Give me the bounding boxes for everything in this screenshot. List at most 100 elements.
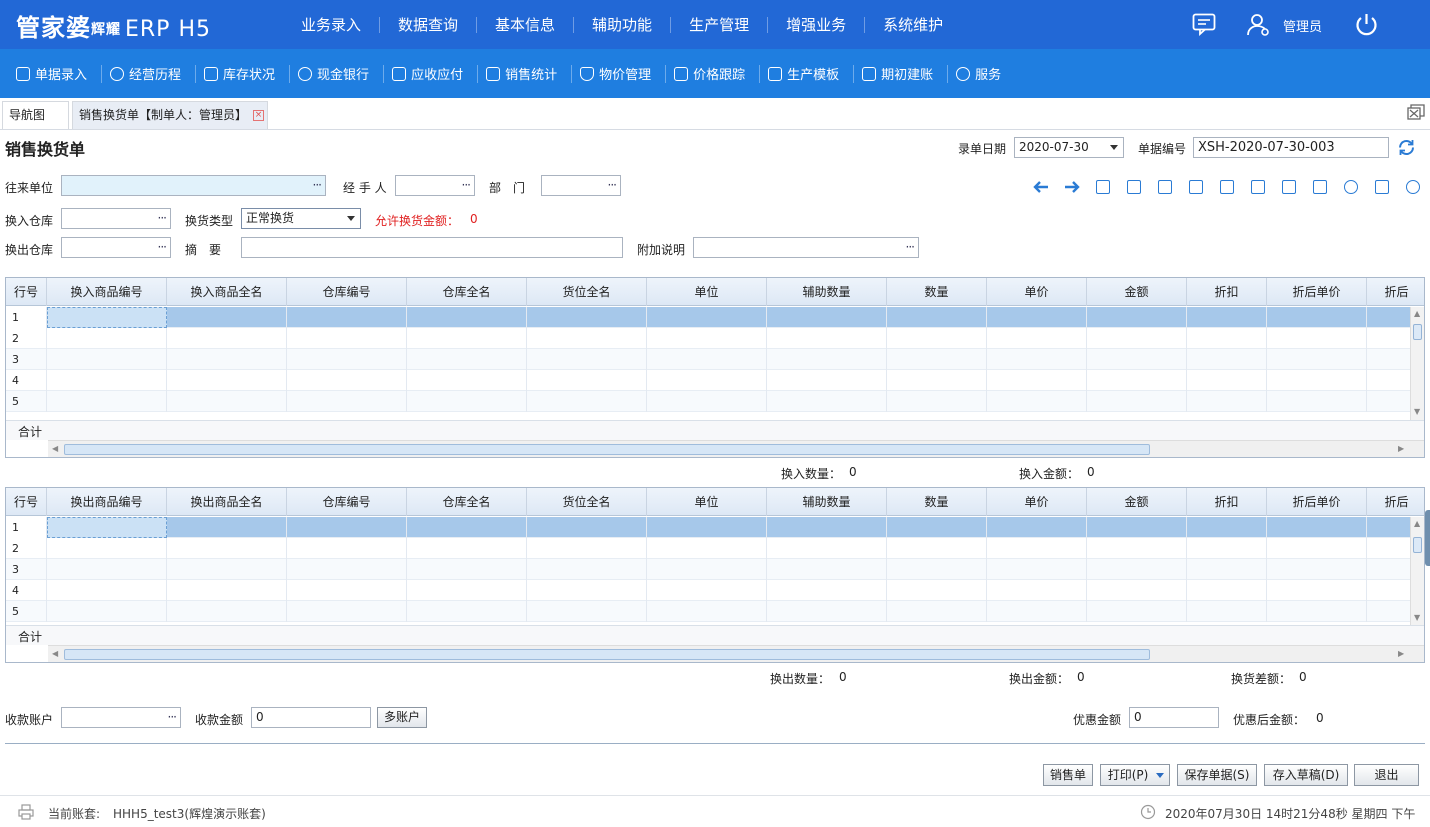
grid-cell[interactable] [987,307,1087,328]
department-field[interactable]: ··· [541,175,621,196]
arrow-left-icon[interactable] [1025,178,1056,196]
stamp-icon[interactable] [1118,178,1149,196]
column-header[interactable]: 辅助数量 [767,278,887,306]
table-row[interactable]: 5 [6,601,1410,622]
account-field[interactable]: ··· [61,707,181,728]
print-button[interactable]: 打印(P) [1100,764,1170,786]
column-header[interactable]: 辅助数量 [767,488,887,516]
barcode-icon[interactable] [1087,178,1118,196]
settings-icon[interactable] [1149,178,1180,196]
table-row[interactable]: 2 [6,328,1410,349]
column-header[interactable]: 行号 [6,488,47,516]
column-header[interactable]: 单价 [987,278,1087,306]
table-row[interactable]: 4 [6,580,1410,601]
scroll-down-icon[interactable]: ▼ [1414,407,1420,416]
grid-cell[interactable] [767,307,887,328]
scroll-right-icon[interactable]: ▶ [1398,444,1404,453]
exit-button[interactable]: 退出 [1354,764,1419,786]
table-row[interactable]: 1 [6,517,1410,538]
column-header[interactable]: 数量 [887,488,987,516]
user-icon[interactable] [1335,178,1366,196]
horizontal-scrollbar[interactable]: ◀ ▶ [48,645,1424,662]
in-warehouse-field[interactable]: ··· [61,208,171,229]
message-icon[interactable] [1192,13,1216,36]
scroll-left-icon[interactable]: ◀ [52,649,58,658]
grid-cell[interactable] [167,307,287,328]
save-button[interactable]: 保存单据(S) [1177,764,1257,786]
column-header[interactable]: 仓库编号 [287,278,407,306]
scroll-up-icon[interactable]: ▲ [1414,309,1420,318]
column-header[interactable]: 换出商品编号 [47,488,167,516]
column-header[interactable]: 单价 [987,488,1087,516]
quick-nav-item[interactable]: 单据录入 [8,64,103,83]
quick-nav-item[interactable]: 期初建账 [854,64,949,83]
exchange-icon[interactable] [1304,178,1335,196]
grid-cell[interactable] [47,307,167,328]
scroll-thumb[interactable] [1413,324,1422,340]
main-nav-item[interactable]: 业务录入 [283,16,381,33]
scroll-right-icon[interactable]: ▶ [1398,649,1404,658]
ellipsis-icon[interactable]: ··· [608,176,618,195]
user-icon[interactable] [1246,13,1270,37]
scroll-down-icon[interactable]: ▼ [1414,613,1420,622]
quick-nav-item[interactable]: 服务 [948,65,1015,83]
main-nav-item[interactable]: 生产管理 [671,16,769,33]
close-icon[interactable]: × [253,110,265,121]
quick-nav-item[interactable]: 现金银行 [290,64,385,83]
column-header[interactable]: 换入商品全名 [167,278,287,306]
out-warehouse-field[interactable]: ··· [61,237,171,258]
column-header[interactable]: 数量 [887,278,987,306]
column-header[interactable]: 金额 [1087,278,1187,306]
user-name[interactable]: 管理员 [1283,16,1322,35]
column-header[interactable]: 折扣 [1187,488,1267,516]
column-header[interactable]: 换出商品全名 [167,488,287,516]
quick-nav-item[interactable]: 价格跟踪 [666,64,761,83]
scroll-left-icon[interactable]: ◀ [52,444,58,453]
main-nav-item[interactable]: 辅助功能 [574,16,672,33]
table-row[interactable]: 2 [6,538,1410,559]
floppy-icon[interactable] [1273,178,1304,196]
discount-field[interactable]: 0 [1129,707,1219,728]
column-header[interactable]: 折后 [1367,488,1424,516]
table-row[interactable]: 4 [6,370,1410,391]
ellipsis-icon[interactable]: ··· [313,176,323,195]
sales-order-button[interactable]: 销售单 [1043,764,1093,786]
scroll-thumb[interactable] [64,444,1150,455]
ellipsis-icon[interactable]: ··· [158,238,168,257]
main-nav-item[interactable]: 数据查询 [380,16,478,33]
grid-cell[interactable] [47,517,167,538]
summary-field[interactable] [241,237,623,258]
scroll-thumb[interactable] [1413,537,1422,553]
quick-nav-item[interactable]: 经营历程 [102,64,197,83]
grid-cell[interactable] [1187,307,1267,328]
date-field[interactable]: 2020-07-30 [1014,137,1124,158]
arrow-right-icon[interactable] [1056,178,1087,196]
restore-window-icon[interactable] [1407,104,1425,120]
quick-nav-item[interactable]: 库存状况 [196,64,291,83]
table-row[interactable]: 1 [6,307,1410,328]
grid-cell[interactable] [407,307,527,328]
vertical-scrollbar[interactable]: ▲ ▼ [1410,307,1424,420]
extra-note-field[interactable]: ··· [693,237,919,258]
ellipsis-icon[interactable]: ··· [462,176,472,195]
tab-sales-exchange[interactable]: 销售换货单【制单人：管理员】 × [72,101,268,129]
grid-cell[interactable] [287,307,407,328]
column-header[interactable]: 行号 [6,278,47,306]
vertical-scrollbar[interactable]: ▲ ▼ [1410,517,1424,625]
multi-account-button[interactable]: 多账户 [377,707,427,728]
tab-navigation-map[interactable]: 导航图 [2,101,69,129]
column-header[interactable]: 单位 [647,278,767,306]
table-row[interactable]: 3 [6,349,1410,370]
main-nav-item[interactable]: 增强业务 [768,16,866,33]
quick-nav-item[interactable]: 应收应付 [384,64,479,83]
grid-cell[interactable] [887,307,987,328]
partner-field[interactable]: ··· [61,175,326,196]
column-header[interactable]: 折后单价 [1267,488,1367,516]
grid-cell[interactable] [647,307,767,328]
table-row[interactable]: 5 [6,391,1410,412]
ellipsis-icon[interactable]: ··· [158,209,168,228]
grid-cell[interactable] [1087,307,1187,328]
table-row[interactable]: 3 [6,559,1410,580]
received-amount-field[interactable]: 0 [251,707,371,728]
column-header[interactable]: 仓库全名 [407,278,527,306]
